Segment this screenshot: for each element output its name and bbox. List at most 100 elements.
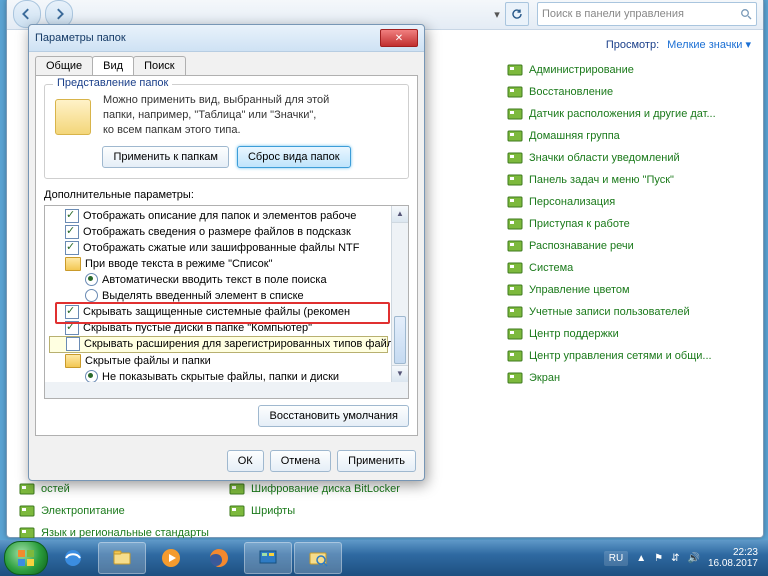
cp-item[interactable]: Шифрование диска BitLocker xyxy=(229,478,439,500)
cp-item[interactable]: Распознавание речи xyxy=(507,235,751,257)
checkbox[interactable] xyxy=(65,241,79,255)
taskbar-control-panel[interactable] xyxy=(244,542,292,574)
tree-row[interactable]: Автоматически вводить текст в поле поиск… xyxy=(49,272,388,288)
cp-item-icon xyxy=(19,503,35,519)
scroll-down-button[interactable]: ▼ xyxy=(392,365,408,382)
cp-item[interactable]: Учетные записи пользователей xyxy=(507,301,751,323)
cp-item-label: Персонализация xyxy=(529,196,615,208)
cp-item-label: остей xyxy=(41,483,70,495)
tree-row-label: Выделять введенный элемент в списке xyxy=(102,290,304,302)
tab-search[interactable]: Поиск xyxy=(133,56,185,75)
cp-item-label: Экран xyxy=(529,372,560,384)
tree-row[interactable]: Скрывать защищенные системные файлы (рек… xyxy=(49,304,388,320)
cp-item[interactable]: Экран xyxy=(507,367,751,389)
cp-item[interactable]: Персонализация xyxy=(507,191,751,213)
folder-view-group: Представление папок Можно применить вид,… xyxy=(44,84,409,179)
cp-item[interactable]: Значки области уведомлений xyxy=(507,147,751,169)
cp-item-label: Система xyxy=(529,262,573,274)
cp-item-label: Язык и региональные стандарты xyxy=(41,527,209,538)
search-placeholder: Поиск в панели управления xyxy=(542,8,684,20)
tree-row[interactable]: Отображать описание для папок и элементо… xyxy=(49,208,388,224)
checkbox[interactable] xyxy=(65,225,79,239)
address-dropdown[interactable]: ▾ xyxy=(493,4,501,24)
tree-row[interactable]: При вводе текста в режиме "Список" xyxy=(49,256,388,272)
search-input[interactable]: Поиск в панели управления xyxy=(537,2,757,26)
cp-item[interactable]: Язык и региональные стандарты xyxy=(19,522,229,538)
cp-item[interactable]: Домашняя группа xyxy=(507,125,751,147)
refresh-button[interactable] xyxy=(505,2,529,26)
cp-item[interactable]: Управление цветом xyxy=(507,279,751,301)
cp-item-label: Домашняя группа xyxy=(529,130,620,142)
cp-item-icon xyxy=(507,62,523,78)
tray-volume-icon[interactable]: 🔊 xyxy=(687,553,699,564)
tree-row[interactable]: Скрывать пустые диски в папке "Компьютер… xyxy=(49,320,388,336)
ok-button[interactable]: ОК xyxy=(227,450,264,472)
tree-row[interactable]: Отображать сведения о размере файлов в п… xyxy=(49,224,388,240)
apply-to-folders-button[interactable]: Применить к папкам xyxy=(102,146,229,168)
tree-row[interactable]: Скрывать расширения для зарегистрированн… xyxy=(49,336,388,353)
folder-icon xyxy=(65,354,81,368)
cp-item-icon xyxy=(507,216,523,232)
view-label: Просмотр: xyxy=(606,39,659,51)
tree-row[interactable]: Скрытые файлы и папки xyxy=(49,353,388,369)
checkbox[interactable] xyxy=(65,209,79,223)
clock[interactable]: 22:23 16.08.2017 xyxy=(708,547,758,570)
scroll-up-button[interactable]: ▲ xyxy=(392,206,408,223)
taskbar-firefox[interactable] xyxy=(196,543,242,573)
tray-flag-up-icon[interactable]: ▲ xyxy=(636,553,646,564)
search-icon xyxy=(740,8,752,20)
tab-view[interactable]: Вид xyxy=(92,56,134,75)
cp-item[interactable]: Панель задач и меню "Пуск" xyxy=(507,169,751,191)
dialog-footer: ОК Отмена Применить xyxy=(29,442,424,480)
cp-item-icon xyxy=(507,84,523,100)
cp-item[interactable]: Шрифты xyxy=(229,500,439,522)
cp-item[interactable]: Электропитание xyxy=(19,500,229,522)
folder-icon xyxy=(65,257,81,271)
cp-item[interactable]: Центр управления сетями и общи... xyxy=(507,345,751,367)
advanced-settings-tree[interactable]: Отображать описание для папок и элементо… xyxy=(44,205,409,383)
taskbar-explorer[interactable] xyxy=(98,542,146,574)
cancel-button[interactable]: Отмена xyxy=(270,450,331,472)
vertical-scrollbar[interactable]: ▲ ▼ xyxy=(391,206,408,382)
taskbar-folder[interactable] xyxy=(294,542,342,574)
cp-item-label: Администрирование xyxy=(529,64,634,76)
radio[interactable] xyxy=(85,273,98,286)
start-button[interactable] xyxy=(4,541,48,575)
tree-row[interactable]: Выделять введенный элемент в списке xyxy=(49,288,388,304)
checkbox[interactable] xyxy=(65,321,79,335)
tree-row-label: Скрывать пустые диски в папке "Компьютер… xyxy=(83,322,312,334)
close-button[interactable]: ✕ xyxy=(380,29,418,47)
language-indicator[interactable]: RU xyxy=(604,551,628,566)
cp-item-label: Восстановление xyxy=(529,86,613,98)
checkbox[interactable] xyxy=(65,305,79,319)
tray-network-icon[interactable]: ⇵ xyxy=(671,553,679,564)
cp-item[interactable]: остей xyxy=(19,478,229,500)
tree-row-label: Автоматически вводить текст в поле поиск… xyxy=(102,274,327,286)
cp-item[interactable]: Восстановление xyxy=(507,81,751,103)
cp-item-icon xyxy=(19,525,35,538)
taskbar-ie[interactable] xyxy=(50,543,96,573)
horizontal-scrollbar[interactable] xyxy=(44,382,409,399)
tree-row[interactable]: Не показывать скрытые файлы, папки и дис… xyxy=(49,369,388,383)
scroll-thumb[interactable] xyxy=(394,316,406,364)
radio[interactable] xyxy=(85,289,98,302)
cp-item[interactable]: Приступая к работе xyxy=(507,213,751,235)
cp-item-label: Центр поддержки xyxy=(529,328,619,340)
tab-general[interactable]: Общие xyxy=(35,56,93,75)
reset-view-button[interactable]: Сброс вида папок xyxy=(237,146,351,168)
checkbox[interactable] xyxy=(66,337,80,351)
tree-row[interactable]: Отображать сжатые или зашифрованные файл… xyxy=(49,240,388,256)
cp-item[interactable]: Датчик расположения и другие дат... xyxy=(507,103,751,125)
view-mode-link[interactable]: Мелкие значки ▾ xyxy=(667,38,751,51)
restore-defaults-button[interactable]: Восстановить умолчания xyxy=(258,405,409,427)
cp-item[interactable]: Система xyxy=(507,257,751,279)
apply-button[interactable]: Применить xyxy=(337,450,416,472)
cp-item[interactable]: Администрирование xyxy=(507,59,751,81)
cp-item[interactable]: Центр поддержки xyxy=(507,323,751,345)
taskbar-mediaplayer[interactable] xyxy=(148,543,194,573)
tray-action-center-icon[interactable]: ⚑ xyxy=(654,553,663,564)
cp-item-icon xyxy=(507,326,523,342)
cp-item-label: Управление цветом xyxy=(529,284,630,296)
cp-item-label: Приступая к работе xyxy=(529,218,630,230)
dialog-titlebar: Параметры папок ✕ xyxy=(29,25,424,52)
